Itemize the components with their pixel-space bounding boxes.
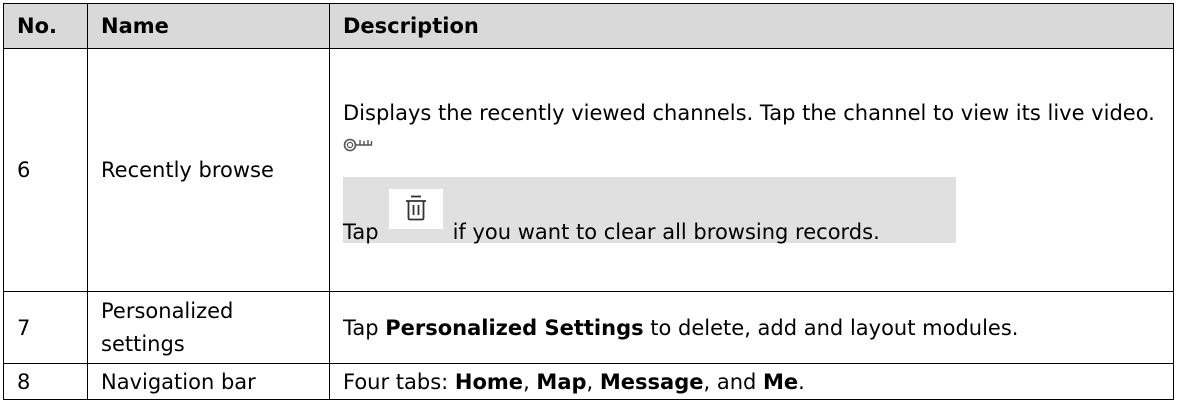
description-prefix: Tap bbox=[343, 315, 386, 340]
note-prefix: Tap bbox=[343, 219, 379, 244]
trash-button[interactable] bbox=[388, 188, 443, 229]
separator: , and bbox=[703, 369, 764, 394]
trash-icon bbox=[405, 195, 426, 220]
row-description: Displays the recently viewed channels. T… bbox=[329, 48, 1174, 292]
row-number: 8 bbox=[3, 363, 88, 400]
header-name: Name bbox=[87, 3, 330, 49]
description-end: . bbox=[798, 369, 805, 394]
separator: , bbox=[586, 369, 600, 394]
table-row: 6 Recently browse Displays the recently … bbox=[3, 48, 1174, 292]
row-description: Four tabs: Home, Map, Message, and Me. bbox=[329, 363, 1174, 400]
note-text: Tap if you want to clear all browsing rec… bbox=[343, 188, 880, 247]
tab-message-label: Message bbox=[599, 369, 704, 394]
description-text: Displays the recently viewed channels. T… bbox=[343, 100, 1155, 125]
note-box: Tap if you want to clear all browsing rec… bbox=[343, 176, 956, 244]
row-number: 7 bbox=[3, 291, 88, 364]
description-prefix: Four tabs: bbox=[343, 369, 455, 394]
function-table: No. Name Description 6 Recently browse D… bbox=[3, 3, 1174, 400]
description-bold: Personalized Settings bbox=[385, 315, 644, 340]
tab-me-label: Me bbox=[763, 369, 799, 394]
tab-map-label: Map bbox=[536, 369, 587, 394]
note-suffix: if you want to clear all browsing record… bbox=[452, 219, 880, 244]
row-name-text: Personalized settings bbox=[101, 298, 234, 356]
description-suffix: to delete, add and layout modules. bbox=[643, 315, 1019, 340]
header-row: No. Name Description bbox=[3, 3, 1174, 49]
row-name: Personalized settings bbox=[87, 291, 330, 364]
key-icon bbox=[343, 138, 373, 151]
row-description: Tap Personalized Settings to delete, add… bbox=[329, 291, 1174, 364]
table-row: 7 Personalized settings Tap Personalized… bbox=[3, 291, 1174, 364]
header-description: Description bbox=[329, 3, 1174, 49]
header-no: No. bbox=[3, 3, 88, 49]
separator: , bbox=[523, 369, 537, 394]
row-name: Navigation bar bbox=[87, 363, 330, 400]
row-number: 6 bbox=[3, 48, 88, 292]
row-name: Recently browse bbox=[87, 48, 330, 292]
table-row: 8 Navigation bar Four tabs: Home, Map, M… bbox=[3, 363, 1174, 400]
tab-home-label: Home bbox=[454, 369, 524, 394]
